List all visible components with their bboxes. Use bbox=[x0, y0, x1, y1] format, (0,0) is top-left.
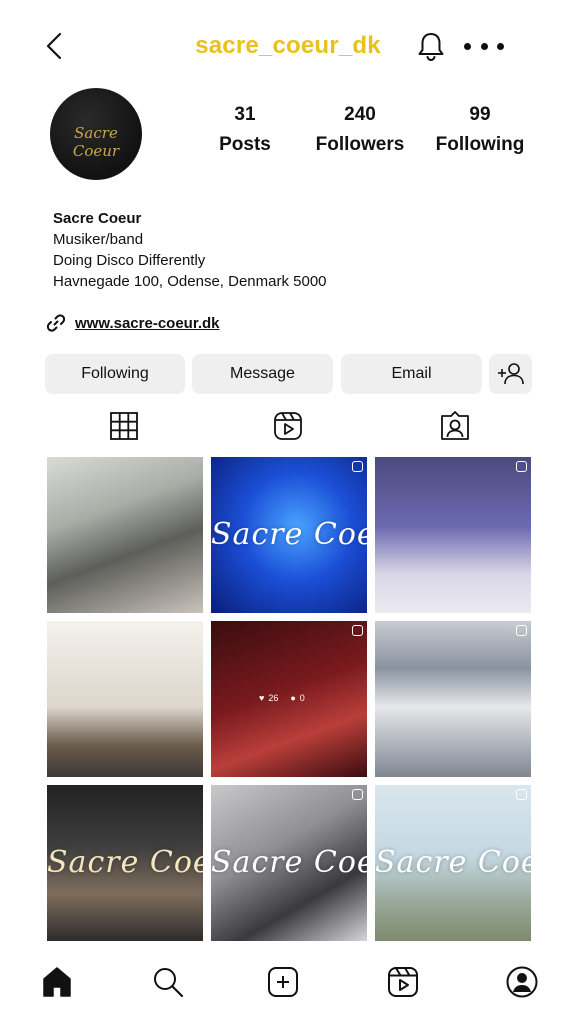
bottom-nav bbox=[0, 952, 576, 1024]
profile-icon[interactable] bbox=[505, 965, 539, 999]
more-dots-icon[interactable] bbox=[464, 36, 504, 56]
reels-icon[interactable] bbox=[272, 410, 304, 442]
reel-badge-icon bbox=[352, 461, 363, 472]
email-button[interactable]: Email bbox=[341, 354, 482, 394]
stat-posts-label: Posts bbox=[219, 134, 271, 155]
post-3[interactable] bbox=[375, 457, 531, 613]
post-8-overlay-text: Sacre Coeur bbox=[211, 845, 367, 880]
profile-bio: Sacre Coeur Musiker/band Doing Disco Dif… bbox=[53, 208, 533, 292]
stat-posts[interactable]: 31 Posts bbox=[200, 104, 290, 156]
post-9-overlay-text: Sacre Coeur bbox=[375, 845, 531, 880]
stat-followers[interactable]: 240 Followers bbox=[310, 104, 410, 156]
message-button[interactable]: Message bbox=[192, 354, 333, 394]
profile-header: sacre_coeur_dk bbox=[0, 0, 576, 92]
bio-link-text[interactable]: www.sacre-coeur.dk bbox=[75, 315, 220, 332]
post-5-likes: 26 bbox=[268, 693, 279, 703]
home-icon[interactable] bbox=[40, 965, 74, 999]
stat-following-number: 99 bbox=[469, 104, 491, 125]
post-5[interactable]: ♥ 26 ● 0 bbox=[211, 621, 367, 777]
link-icon bbox=[46, 314, 66, 332]
post-8[interactable]: Sacre Coeur bbox=[211, 785, 367, 941]
following-button[interactable]: Following bbox=[45, 354, 185, 394]
bio-category: Musiker/band bbox=[53, 231, 144, 248]
add-user-icon bbox=[497, 363, 524, 385]
post-9[interactable]: Sacre Coeur bbox=[375, 785, 531, 941]
bio-link[interactable]: www.sacre-coeur.dk bbox=[46, 311, 220, 335]
post-5-comments: 0 bbox=[299, 693, 305, 703]
post-7[interactable]: Sacre Coeur bbox=[47, 785, 203, 941]
search-icon[interactable] bbox=[151, 965, 185, 999]
reel-badge-icon bbox=[516, 789, 527, 800]
profile-stats: 31 Posts 240 Followers 99 Following bbox=[200, 104, 540, 164]
post-5-engagement: ♥ 26 ● 0 bbox=[259, 693, 305, 703]
stat-posts-number: 31 bbox=[234, 104, 256, 125]
stat-following[interactable]: 99 Following bbox=[430, 104, 530, 156]
heart-icon: ♥ bbox=[259, 693, 265, 703]
post-2-overlay-text: Sacre Coeur bbox=[211, 517, 367, 552]
grid-icon[interactable] bbox=[108, 410, 140, 442]
comment-icon: ● bbox=[290, 693, 296, 703]
reel-badge-icon bbox=[352, 789, 363, 800]
bio-name: Sacre Coeur bbox=[53, 210, 142, 227]
stat-followers-label: Followers bbox=[315, 134, 405, 155]
add-user-button[interactable] bbox=[489, 354, 532, 394]
post-7-overlay-text: Sacre Coeur bbox=[47, 845, 203, 880]
bio-address[interactable]: Havnegade 100, Odense, Denmark 5000 bbox=[53, 271, 533, 292]
create-icon[interactable] bbox=[266, 965, 300, 999]
stat-followers-number: 240 bbox=[344, 104, 376, 125]
bio-tagline: Doing Disco Differently bbox=[53, 252, 206, 269]
avatar[interactable]: Sacre Coeur bbox=[50, 88, 142, 180]
post-6[interactable] bbox=[375, 621, 531, 777]
post-2[interactable]: Sacre Coeur bbox=[211, 457, 367, 613]
reel-badge-icon bbox=[516, 461, 527, 472]
avatar-logo-text: Sacre Coeur bbox=[72, 124, 120, 160]
post-4[interactable] bbox=[47, 621, 203, 777]
reel-badge-icon bbox=[352, 625, 363, 636]
stat-following-label: Following bbox=[435, 134, 525, 155]
reels-icon[interactable] bbox=[386, 965, 420, 999]
bell-icon[interactable] bbox=[416, 30, 446, 62]
post-1[interactable] bbox=[47, 457, 203, 613]
reel-badge-icon bbox=[516, 625, 527, 636]
tagged-icon[interactable] bbox=[439, 410, 471, 442]
